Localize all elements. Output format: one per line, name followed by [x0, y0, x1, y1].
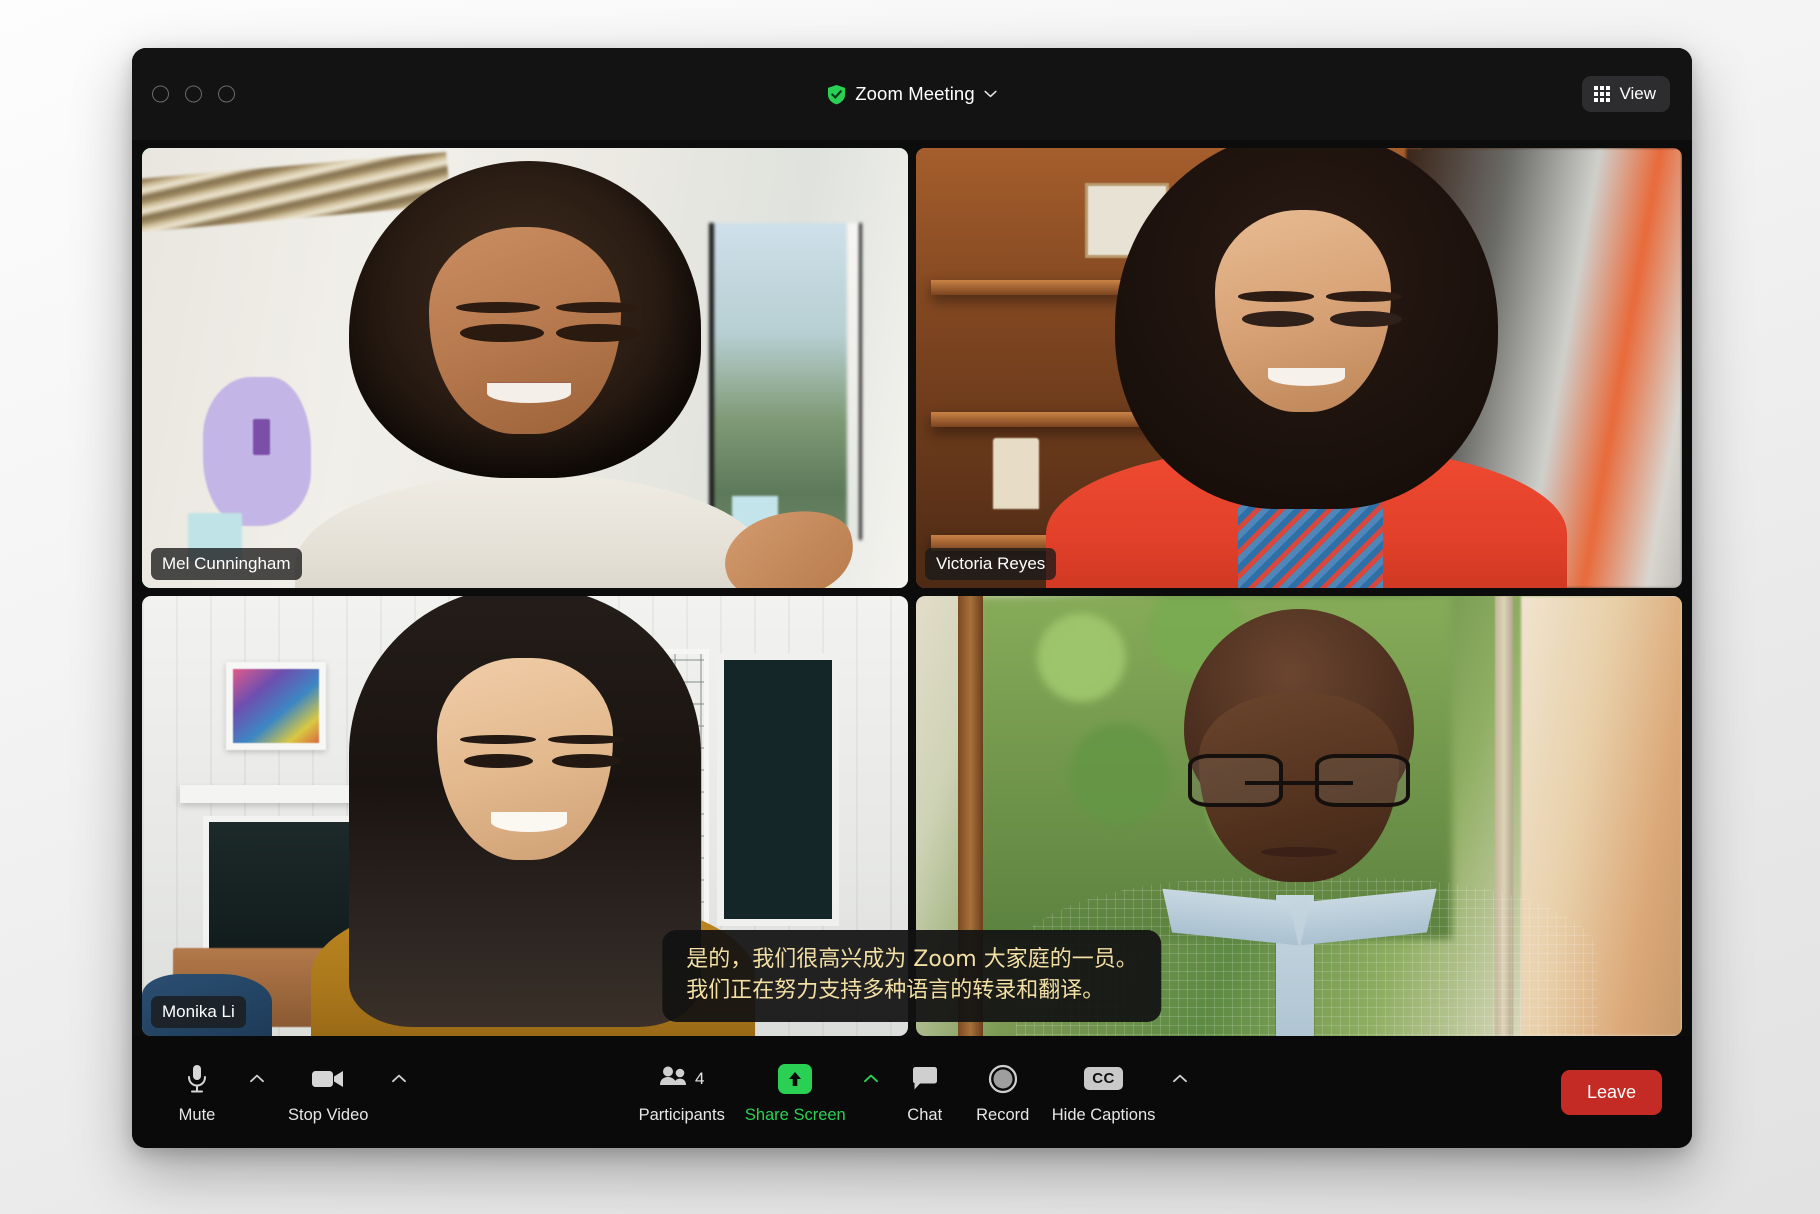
audio-options-chevron-up-icon[interactable] [242, 1060, 272, 1098]
hide-captions-button[interactable]: CC Hide Captions [1042, 1060, 1166, 1125]
video-scene [916, 148, 1682, 588]
video-feed [916, 148, 1682, 588]
people-icon [659, 1065, 689, 1092]
video-options-chevron-up-icon[interactable] [384, 1060, 414, 1098]
captions-options-chevron-up-icon[interactable] [1165, 1060, 1195, 1098]
participants-count: 4 [694, 1068, 705, 1088]
participant-name-badge: Monika Li [151, 996, 246, 1028]
speech-bubble-icon [911, 1060, 939, 1098]
share-options-chevron-up-icon[interactable] [856, 1060, 886, 1098]
video-tile-victoria-reyes[interactable]: Victoria Reyes [916, 148, 1682, 588]
participants-button[interactable]: 4 Participants [629, 1060, 735, 1125]
grid-icon [1594, 86, 1611, 102]
window-controls [152, 85, 235, 103]
minimize-button[interactable] [185, 85, 202, 103]
close-button[interactable] [152, 85, 169, 103]
caption-line-2: 我们正在努力支持多种语言的转录和翻译。 [686, 977, 1105, 1003]
mute-button[interactable]: Mute [158, 1060, 236, 1125]
chat-button[interactable]: Chat [886, 1060, 964, 1125]
participant-name-badge: Victoria Reyes [925, 548, 1057, 580]
zoom-app-window: Zoom Meeting View Mel Cunningham Victori… [132, 48, 1692, 1148]
participants-button-label: Participants [638, 1105, 725, 1124]
share-screen-button-label: Share Screen [744, 1105, 846, 1124]
share-arrow-up-icon [778, 1063, 813, 1094]
participant-name-badge: Mel Cunningham [151, 548, 302, 580]
video-feed [142, 148, 908, 588]
video-scene [142, 148, 908, 588]
toolbar-left-group: Mute Stop Video [158, 1060, 414, 1125]
stop-video-button[interactable]: Stop Video [278, 1060, 378, 1125]
verified-shield-icon [827, 84, 846, 105]
meeting-title-group: Zoom Meeting [132, 83, 1692, 105]
chat-button-label: Chat [907, 1105, 943, 1124]
caption-line-1: 是的，我们很高兴成为 Zoom 大家庭的一员。 [686, 946, 1138, 972]
cc-icon: CC [1084, 1067, 1123, 1090]
toolbar-right-group: Leave [1560, 1069, 1662, 1115]
leave-button[interactable]: Leave [1560, 1069, 1662, 1115]
video-camera-icon [311, 1060, 345, 1098]
record-button-label: Record [976, 1105, 1030, 1124]
hide-captions-button-label: Hide Captions [1051, 1105, 1156, 1124]
video-tile-mel-cunningham[interactable]: Mel Cunningham [142, 148, 908, 588]
mute-button-label: Mute [178, 1105, 216, 1124]
share-screen-button[interactable]: Share Screen [735, 1060, 856, 1125]
zoom-button[interactable] [218, 85, 235, 103]
video-grid: Mel Cunningham Victoria Reyes Monika Li … [132, 140, 1692, 1036]
view-button-label: View [1619, 84, 1656, 103]
title-bar: Zoom Meeting View [132, 48, 1692, 140]
page-title: Zoom Meeting [855, 83, 975, 104]
closed-captions-box: 是的，我们很高兴成为 Zoom 大家庭的一员。 我们正在努力支持多种语言的转录和… [662, 929, 1162, 1022]
meeting-toolbar: Mute Stop Video 4 Participants Share Scr… [132, 1036, 1692, 1148]
stop-video-button-label: Stop Video [288, 1105, 369, 1124]
microphone-icon [186, 1060, 208, 1098]
record-circle-icon [988, 1060, 1018, 1098]
view-button[interactable]: View [1582, 76, 1670, 112]
chevron-down-icon[interactable] [984, 90, 997, 98]
record-button[interactable]: Record [964, 1060, 1042, 1125]
